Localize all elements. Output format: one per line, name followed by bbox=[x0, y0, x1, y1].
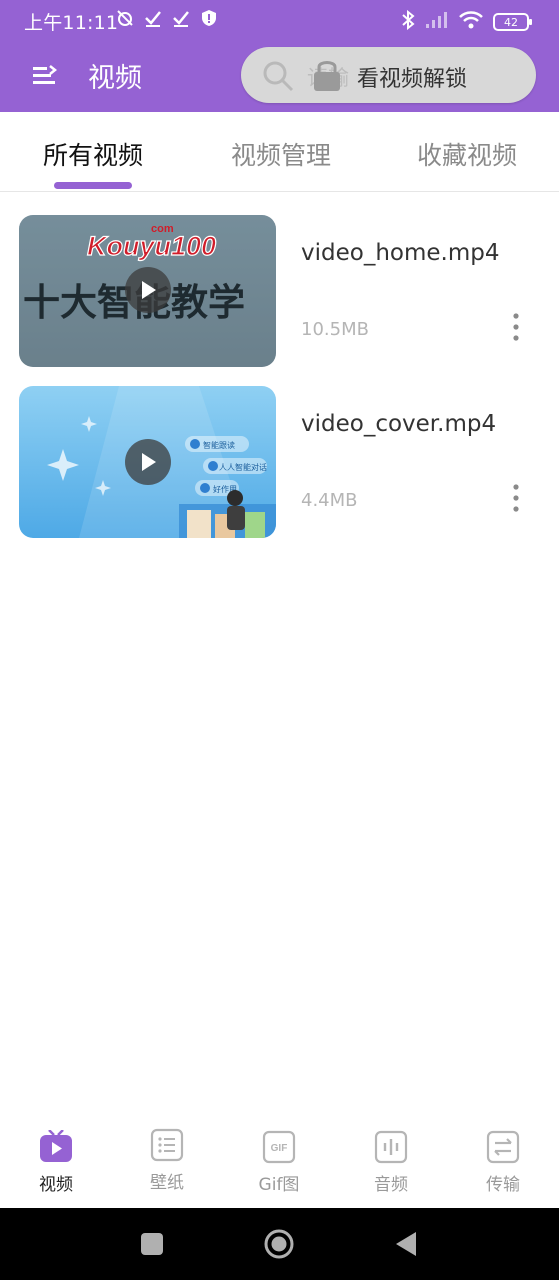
battery-level: 42 bbox=[504, 15, 518, 29]
bluetooth-icon bbox=[401, 9, 415, 34]
system-nav-bar bbox=[0, 1208, 559, 1280]
wifi-icon bbox=[459, 11, 483, 33]
video-file-name: video_cover.mp4 bbox=[301, 411, 497, 437]
transfer-icon bbox=[486, 1130, 520, 1164]
play-icon[interactable] bbox=[125, 267, 171, 313]
nav-label: 壁纸 bbox=[150, 1173, 184, 1193]
home-button[interactable] bbox=[262, 1228, 294, 1260]
play-icon[interactable] bbox=[125, 439, 171, 485]
thumbnail-logo: Kouyu100 bbox=[87, 231, 216, 261]
more-options-icon[interactable] bbox=[508, 483, 524, 513]
nav-item-audio[interactable]: 音频 bbox=[341, 1130, 441, 1206]
thumbnail-chip: 人人智能对话 bbox=[219, 462, 267, 472]
wallpaper-list-icon bbox=[150, 1128, 184, 1162]
checkmark-icon bbox=[172, 9, 190, 27]
tab-all-videos[interactable]: 所有视频 bbox=[43, 136, 143, 172]
gif-icon: GIF bbox=[262, 1130, 296, 1164]
recent-apps-button[interactable] bbox=[136, 1228, 168, 1260]
list-item[interactable]: Kouyu100 com 十大智能教学 video_home.mp4 10.5M… bbox=[0, 215, 559, 375]
nav-label: 音频 bbox=[374, 1175, 408, 1195]
more-options-icon[interactable] bbox=[508, 312, 524, 342]
battery-icon: 42 bbox=[493, 13, 532, 31]
thumbnail-chip: 智能跟读 bbox=[203, 440, 235, 450]
alarm-off-icon bbox=[116, 9, 134, 27]
nav-label: Gif图 bbox=[258, 1175, 300, 1195]
nav-label: 传输 bbox=[486, 1175, 520, 1195]
unlock-label: 看视频解锁 bbox=[357, 67, 468, 92]
search-icon bbox=[261, 59, 295, 93]
status-time: 上午11:11 bbox=[24, 12, 119, 34]
header: 上午11:11 42 视频 看视频解锁 bbox=[0, 0, 559, 112]
video-file-size: 4.4MB bbox=[301, 490, 358, 511]
video-file-name: video_home.mp4 bbox=[301, 240, 500, 266]
status-bar: 上午11:11 42 bbox=[0, 0, 559, 40]
tab-indicator bbox=[54, 182, 132, 189]
video-thumbnail[interactable]: 智能跟读 人人智能对话 好作用 bbox=[19, 386, 276, 538]
nav-item-gif[interactable]: GIF Gif图 bbox=[229, 1130, 329, 1206]
nav-label: 视频 bbox=[39, 1175, 73, 1195]
signal-icon bbox=[425, 11, 449, 33]
nav-item-video[interactable]: 视频 bbox=[6, 1130, 106, 1206]
nav-item-wallpaper[interactable]: 壁纸 bbox=[117, 1128, 217, 1204]
menu-icon[interactable] bbox=[30, 62, 58, 90]
svg-text:GIF: GIF bbox=[271, 1143, 288, 1154]
shield-icon bbox=[200, 9, 218, 27]
tab-bar: 所有视频 视频管理 收藏视频 bbox=[0, 112, 559, 192]
status-system-icons: 42 bbox=[401, 9, 532, 34]
bottom-nav: 视频 壁纸 GIF Gif图 音频 传输 bbox=[0, 1118, 559, 1208]
tab-favorite-videos[interactable]: 收藏视频 bbox=[417, 136, 517, 172]
app-bar: 视频 请输 看视频解锁 bbox=[0, 40, 559, 112]
status-notification-icons bbox=[116, 9, 218, 27]
video-play-icon bbox=[40, 1130, 72, 1162]
back-button[interactable] bbox=[390, 1228, 422, 1260]
video-thumbnail[interactable]: Kouyu100 com 十大智能教学 bbox=[19, 215, 276, 367]
thumbnail-logo-small: com bbox=[151, 223, 174, 235]
video-file-size: 10.5MB bbox=[301, 319, 369, 340]
lock-icon bbox=[311, 57, 343, 93]
search-unlock-button[interactable]: 请输 看视频解锁 bbox=[241, 47, 536, 103]
audio-wave-icon bbox=[374, 1130, 408, 1164]
page-title: 视频 bbox=[88, 63, 142, 94]
tab-video-manage[interactable]: 视频管理 bbox=[231, 136, 331, 172]
list-item[interactable]: 智能跟读 人人智能对话 好作用 video_cover.mp4 4.4MB bbox=[0, 386, 559, 546]
nav-item-transfer[interactable]: 传输 bbox=[453, 1130, 553, 1206]
checkmark-icon bbox=[144, 9, 162, 27]
